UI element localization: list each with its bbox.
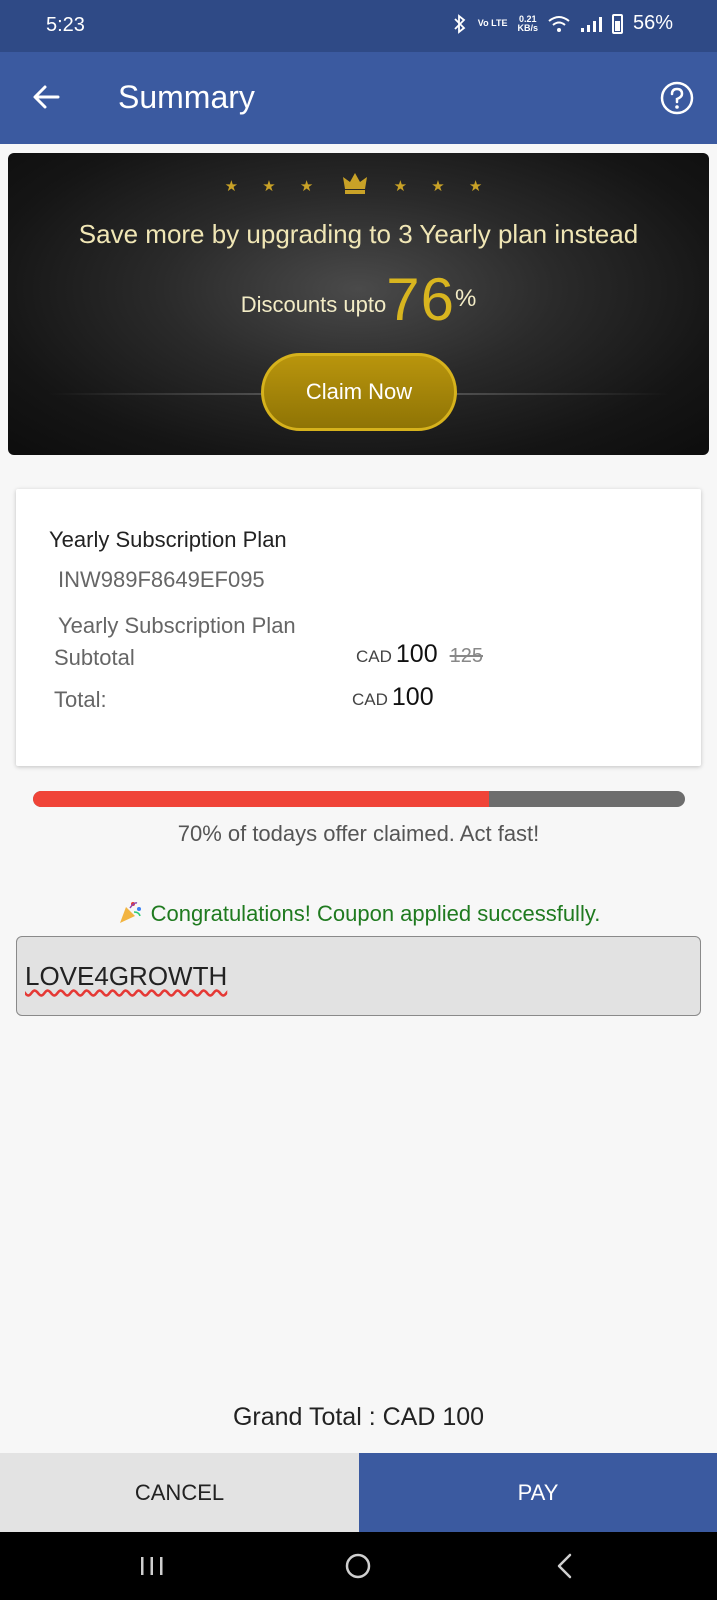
total-value: CAD 100 (352, 683, 434, 712)
claim-now-button[interactable]: Claim Now (261, 353, 457, 431)
party-popper-icon (119, 902, 141, 923)
status-icons: Vo LTE 0.21 KB/s 56% (452, 12, 673, 35)
subtotal-value: CAD 100 125 (356, 640, 483, 669)
coupon-success-text: Congratulations! Coupon applied successf… (150, 901, 601, 926)
subtotal-label: Subtotal (54, 645, 135, 670)
grand-total: Grand Total : CAD 100 (232, 1403, 485, 1431)
total-amount: 100 (391, 683, 434, 711)
coupon-code-value: LOVE4GROWTH (25, 961, 228, 991)
subtotal-original: 125 (449, 645, 483, 667)
plan-title: Yearly Subscription Plan (49, 527, 287, 552)
total-currency: CAD (352, 690, 388, 709)
home-circle-icon[interactable] (342, 1550, 374, 1582)
offer-progress-bar (33, 791, 685, 807)
network-speed-unit: KB/s (517, 22, 538, 33)
discount-value: 76 (386, 266, 455, 333)
coupon-code-input[interactable]: LOVE4GROWTH (16, 936, 701, 1016)
coupon-success-message: Congratulations! Coupon applied successf… (0, 899, 717, 927)
system-nav-bar (0, 1532, 717, 1600)
upgrade-promo-banner: ★ ★ ★ ★ ★ ★ Save more by upgrading to 3 … (8, 153, 709, 455)
menu-lines-icon[interactable] (136, 1550, 168, 1582)
discount-label: Discounts upto (240, 292, 387, 317)
app-bar: Summary (0, 52, 717, 144)
chevron-left-icon[interactable] (550, 1550, 582, 1582)
wifi-icon (548, 15, 570, 32)
stars-left: ★ ★ ★ (224, 178, 324, 195)
crown-icon (342, 173, 367, 194)
discount-sign: % (454, 285, 477, 312)
subtotal-amount: 100 (395, 640, 438, 668)
subtotal-currency: CAD (356, 647, 392, 666)
arrow-left-icon[interactable] (30, 80, 64, 114)
battery-percent: 56% (632, 12, 673, 34)
page-title: Summary (118, 79, 255, 115)
promo-stars: ★ ★ ★ ★ ★ ★ (8, 171, 709, 195)
cancel-button[interactable]: CANCEL (0, 1453, 359, 1532)
battery-icon (611, 13, 623, 34)
lte-indicator: Vo LTE (478, 19, 508, 28)
lte-text: Vo LTE (477, 18, 508, 28)
offer-progress-text: 70% of todays offer claimed. Act fast! (177, 821, 540, 846)
promo-headline: Save more by upgrading to 3 Yearly plan … (78, 219, 639, 249)
status-time: 5:23 (46, 14, 85, 36)
order-summary-card: Yearly Subscription Plan INW989F8649EF09… (16, 489, 701, 766)
bluetooth-icon (454, 13, 466, 34)
stars-right: ★ ★ ★ (393, 178, 493, 195)
total-label: Total: (54, 687, 107, 712)
promo-discount: Discounts upto76% (8, 265, 709, 334)
order-id: INW989F8649EF095 (58, 567, 265, 592)
offer-progress-fill (33, 791, 490, 807)
plan-name: Yearly Subscription Plan (58, 613, 296, 638)
signal-icon (580, 16, 602, 32)
question-circle-icon[interactable] (660, 81, 694, 115)
network-speed: 0.21 KB/s (517, 14, 538, 33)
status-bar: 5:23 Vo LTE 0.21 KB/s 56% (0, 0, 717, 52)
pay-button[interactable]: PAY (359, 1453, 717, 1532)
